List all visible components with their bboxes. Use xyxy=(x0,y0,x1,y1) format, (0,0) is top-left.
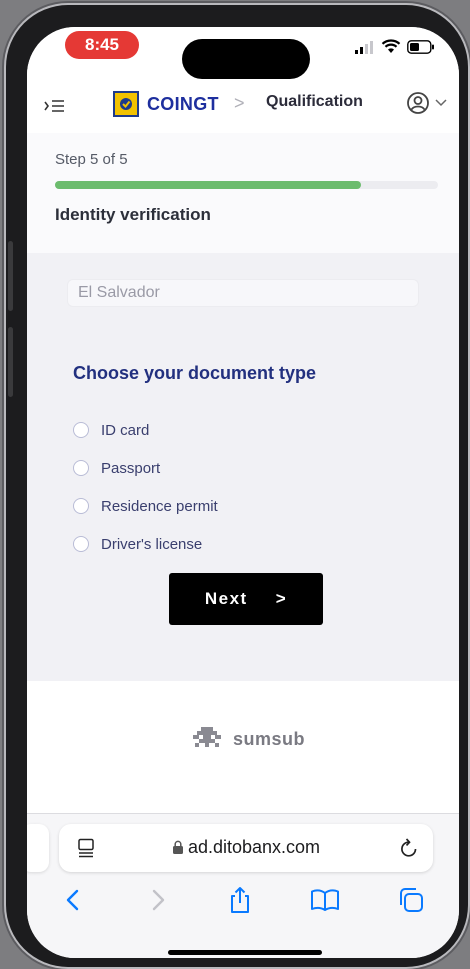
brand-logo[interactable]: COINGT xyxy=(113,91,219,117)
progress-bar-fill xyxy=(55,181,362,189)
brand-name: COINGT xyxy=(147,93,219,114)
document-type-options: ID card Passport Residence permit Driver… xyxy=(73,411,218,563)
radio-button[interactable] xyxy=(73,498,89,514)
chevron-down-icon xyxy=(435,99,447,107)
option-label: Residence permit xyxy=(101,497,218,515)
user-avatar-icon xyxy=(407,92,429,114)
screen: 8:45 COINGT > Qualification Step 5 of 5 … xyxy=(27,27,459,958)
option-label: Driver's license xyxy=(101,535,203,553)
tabs-icon[interactable] xyxy=(397,886,425,914)
verification-widget: El Salvador Choose your document type ID… xyxy=(27,253,459,681)
status-bar: 8:45 xyxy=(27,27,459,83)
cellular-signal-icon xyxy=(355,40,373,54)
option-id-card[interactable]: ID card xyxy=(73,411,218,449)
breadcrumb-current-page: Qualification xyxy=(266,93,363,110)
volume-up-button xyxy=(8,241,13,311)
breadcrumb-separator-icon: > xyxy=(234,93,245,113)
forward-icon[interactable] xyxy=(144,887,170,913)
phone-frame: 8:45 COINGT > Qualification Step 5 of 5 … xyxy=(6,5,468,967)
back-icon[interactable] xyxy=(61,887,87,913)
status-time: 8:45 xyxy=(65,31,139,59)
user-menu-button[interactable] xyxy=(406,91,447,115)
share-icon[interactable] xyxy=(227,886,253,914)
option-passport[interactable]: Passport xyxy=(73,449,218,487)
home-indicator xyxy=(168,950,322,955)
reload-icon[interactable] xyxy=(399,837,419,859)
url-display[interactable]: ad.ditobanx.com xyxy=(59,837,433,858)
radio-button[interactable] xyxy=(73,460,89,476)
next-button-label: Next xyxy=(204,589,248,608)
dynamic-island xyxy=(182,39,310,79)
status-icons xyxy=(355,39,435,54)
arrow-right-icon: > xyxy=(275,589,288,608)
menu-collapse-icon[interactable] xyxy=(43,97,65,115)
sumsub-wordmark: sumsub xyxy=(233,728,306,749)
bookmarks-icon[interactable] xyxy=(310,888,340,912)
safari-toolbar: ad.ditobanx.com xyxy=(27,813,459,958)
step-title: Identity verification xyxy=(55,205,211,224)
battery-icon xyxy=(407,39,434,54)
next-button[interactable]: Next > xyxy=(169,573,323,625)
lock-icon xyxy=(172,840,183,854)
step-counter: Step 5 of 5 xyxy=(55,151,128,168)
progress-bar xyxy=(55,181,438,189)
document-type-heading: Choose your document type xyxy=(73,363,317,383)
sumsub-mascot-icon xyxy=(193,727,221,747)
app-header: COINGT > Qualification xyxy=(27,83,459,134)
safari-nav-row xyxy=(27,886,459,914)
option-label: ID card xyxy=(101,421,150,439)
url-text: ad.ditobanx.com xyxy=(187,837,321,857)
option-label: Passport xyxy=(101,459,161,477)
coin-logo-icon xyxy=(113,91,139,117)
wifi-icon xyxy=(381,39,401,53)
option-drivers-license[interactable]: Driver's license xyxy=(73,525,218,563)
country-select[interactable]: El Salvador xyxy=(67,279,419,307)
option-residence-permit[interactable]: Residence permit xyxy=(73,487,218,525)
step-progress: Step 5 of 5 Identity verification xyxy=(27,133,459,253)
volume-down-button xyxy=(8,327,13,397)
footer: sumsub xyxy=(27,681,459,813)
previous-tab-preview[interactable] xyxy=(27,824,49,872)
address-bar[interactable]: ad.ditobanx.com xyxy=(59,824,433,872)
sumsub-logo: sumsub xyxy=(189,725,305,753)
radio-button[interactable] xyxy=(73,536,89,552)
radio-button[interactable] xyxy=(73,422,89,438)
